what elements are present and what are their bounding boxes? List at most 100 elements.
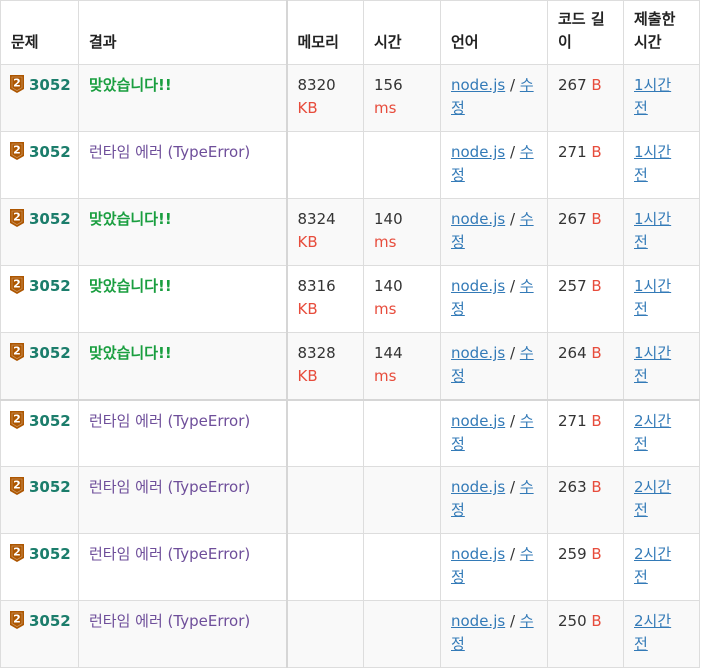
language-link[interactable]: node.js bbox=[451, 210, 505, 228]
language-separator: / bbox=[509, 277, 516, 295]
code-length-unit: B bbox=[591, 277, 602, 295]
language-link[interactable]: node.js bbox=[451, 478, 505, 496]
time-cell: 140 ms bbox=[363, 198, 441, 266]
time-cell bbox=[363, 533, 441, 601]
code-length-value: 257 bbox=[558, 277, 587, 295]
submitted-time-link[interactable]: 1시간 전 bbox=[634, 143, 671, 184]
time-value: 140 bbox=[374, 210, 403, 228]
time-unit: ms bbox=[374, 233, 397, 251]
submission-row: 2 3052 맞았습니다!! 8324 KB 140 ms node.js / 수정 267 B… bbox=[0, 198, 700, 266]
language-separator: / bbox=[509, 545, 516, 563]
problem-link[interactable]: 3052 bbox=[29, 277, 71, 295]
svg-text:2: 2 bbox=[13, 546, 21, 559]
submitted-cell: 1시간 전 bbox=[623, 131, 700, 199]
svg-text:2: 2 bbox=[13, 412, 21, 425]
language-separator: / bbox=[509, 411, 516, 430]
submission-row: 2 3052 맞았습니다!! 8320 KB 156 ms node.js / 수정 267 B… bbox=[0, 64, 700, 132]
language-cell: node.js / 수정 bbox=[440, 466, 548, 534]
language-cell: node.js / 수정 bbox=[440, 600, 548, 668]
submitted-time-link[interactable]: 1시간 전 bbox=[634, 344, 671, 385]
submitted-time-link[interactable]: 1시간 전 bbox=[634, 210, 671, 251]
language-separator: / bbox=[509, 478, 516, 496]
submitted-cell: 2시간 전 bbox=[623, 466, 700, 534]
problem-link[interactable]: 3052 bbox=[29, 412, 71, 430]
result-status: 맞았습니다!! bbox=[89, 344, 172, 362]
code-length-cell: 271 B bbox=[547, 131, 624, 199]
memory-cell bbox=[285, 466, 364, 534]
table-header-row: 문제 결과 메모리 시간 언어 코드 길이 제출한 시간 bbox=[0, 0, 700, 65]
result-status: 맞았습니다!! bbox=[89, 210, 172, 228]
submitted-cell: 1시간 전 bbox=[623, 332, 700, 401]
problem-link[interactable]: 3052 bbox=[29, 76, 71, 94]
language-link[interactable]: node.js bbox=[451, 277, 505, 295]
submission-row: 2 3052 런타임 에러 (TypeError) node.js / 수정 271 B… bbox=[0, 131, 700, 199]
memory-unit: KB bbox=[297, 367, 318, 385]
code-length-unit: B bbox=[591, 478, 602, 496]
memory-value: 8328 bbox=[297, 344, 336, 362]
problem-cell: 2 3052 bbox=[0, 198, 79, 266]
result-status: 런타임 에러 (TypeError) bbox=[89, 411, 251, 430]
code-length-cell: 264 B bbox=[547, 332, 624, 401]
submitted-time-link[interactable]: 2시간 전 bbox=[634, 478, 671, 519]
submitted-time-link[interactable]: 2시간 전 bbox=[634, 412, 671, 453]
problem-link[interactable]: 3052 bbox=[29, 143, 71, 161]
time-value: 144 bbox=[374, 344, 403, 362]
svg-text:2: 2 bbox=[13, 77, 21, 90]
language-cell: node.js / 수정 bbox=[440, 198, 548, 266]
svg-text:2: 2 bbox=[13, 144, 21, 157]
submitted-time-link[interactable]: 2시간 전 bbox=[634, 545, 671, 586]
memory-value: 8324 bbox=[297, 210, 336, 228]
time-value: 140 bbox=[374, 277, 403, 295]
submission-status-table: 문제 결과 메모리 시간 언어 코드 길이 제출한 시간 2 3052 맞았습니다!… bbox=[0, 0, 700, 668]
submission-row: 2 3052 런타임 에러 (TypeError) node.js / 수정 259 B… bbox=[0, 533, 700, 601]
code-length-cell: 259 B bbox=[547, 533, 624, 601]
language-separator: / bbox=[509, 210, 516, 228]
time-unit: ms bbox=[374, 99, 397, 117]
submitted-cell: 2시간 전 bbox=[623, 533, 700, 601]
submission-row: 2 3052 맞았습니다!! 8328 KB 144 ms node.js / 수정 264 B… bbox=[0, 332, 700, 401]
submitted-cell: 1시간 전 bbox=[623, 64, 700, 132]
result-cell: 맞았습니다!! bbox=[78, 64, 287, 132]
submitted-time-link[interactable]: 2시간 전 bbox=[634, 612, 671, 653]
language-link[interactable]: node.js bbox=[451, 412, 505, 430]
problem-link[interactable]: 3052 bbox=[29, 545, 71, 563]
problem-link[interactable]: 3052 bbox=[29, 612, 71, 630]
language-link[interactable]: node.js bbox=[451, 344, 505, 362]
bronze-tier-2-icon: 2 bbox=[10, 544, 24, 562]
memory-unit: KB bbox=[297, 99, 318, 117]
submission-row: 2 3052 맞았습니다!! 8316 KB 140 ms node.js / 수정 257 B… bbox=[0, 265, 700, 333]
submitted-time-link[interactable]: 1시간 전 bbox=[634, 76, 671, 117]
header-submitted-time: 제출한 시간 bbox=[623, 0, 700, 65]
language-link[interactable]: node.js bbox=[451, 612, 505, 630]
language-cell: node.js / 수정 bbox=[440, 64, 548, 132]
result-cell: 맞았습니다!! bbox=[78, 265, 287, 333]
language-link[interactable]: node.js bbox=[451, 76, 505, 94]
language-link[interactable]: node.js bbox=[451, 143, 505, 161]
problem-link[interactable]: 3052 bbox=[29, 478, 71, 496]
time-value: 156 bbox=[374, 76, 403, 94]
result-status: 맞았습니다!! bbox=[89, 277, 172, 295]
submitted-cell: 1시간 전 bbox=[623, 265, 700, 333]
submitted-cell: 1시간 전 bbox=[623, 198, 700, 266]
code-length-unit: B bbox=[591, 344, 602, 362]
language-separator: / bbox=[509, 143, 516, 161]
submitted-time-link[interactable]: 1시간 전 bbox=[634, 277, 671, 318]
bronze-tier-2-icon: 2 bbox=[10, 75, 24, 93]
header-memory: 메모리 bbox=[285, 0, 364, 65]
memory-cell bbox=[285, 533, 364, 601]
problem-link[interactable]: 3052 bbox=[29, 210, 71, 228]
language-separator: / bbox=[509, 76, 516, 94]
result-status: 런타임 에러 (TypeError) bbox=[89, 545, 251, 563]
memory-cell: 8324 KB bbox=[285, 198, 364, 266]
problem-cell: 2 3052 bbox=[0, 332, 79, 401]
problem-link[interactable]: 3052 bbox=[29, 344, 71, 362]
result-cell: 맞았습니다!! bbox=[78, 198, 287, 266]
code-length-cell: 263 B bbox=[547, 466, 624, 534]
code-length-cell: 250 B bbox=[547, 600, 624, 668]
result-cell: 런타임 에러 (TypeError) bbox=[78, 533, 287, 601]
language-cell: node.js / 수정 bbox=[440, 399, 548, 467]
result-status: 런타임 에러 (TypeError) bbox=[89, 143, 251, 161]
language-cell: node.js / 수정 bbox=[440, 533, 548, 601]
problem-cell: 2 3052 bbox=[0, 64, 79, 132]
language-link[interactable]: node.js bbox=[451, 545, 505, 563]
